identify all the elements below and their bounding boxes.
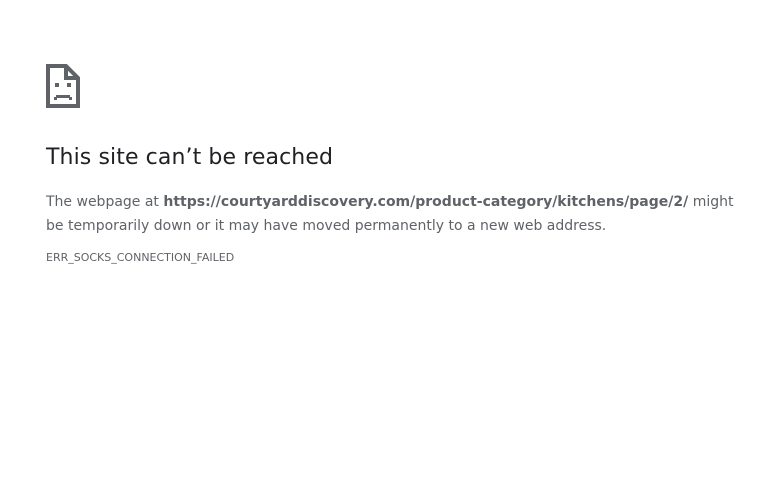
- error-container: This site can’t be reached The webpage a…: [46, 64, 746, 266]
- page-title: This site can’t be reached: [46, 145, 334, 170]
- error-code: ERR_SOCKS_CONNECTION_FAILED: [46, 251, 235, 264]
- failed-url: https://courtyarddiscovery.com/product-c…: [163, 194, 689, 210]
- sad-page-icon: [46, 64, 80, 108]
- error-message: The webpage at https://courtyarddiscover…: [46, 190, 746, 238]
- message-prefix: The webpage at: [46, 194, 164, 210]
